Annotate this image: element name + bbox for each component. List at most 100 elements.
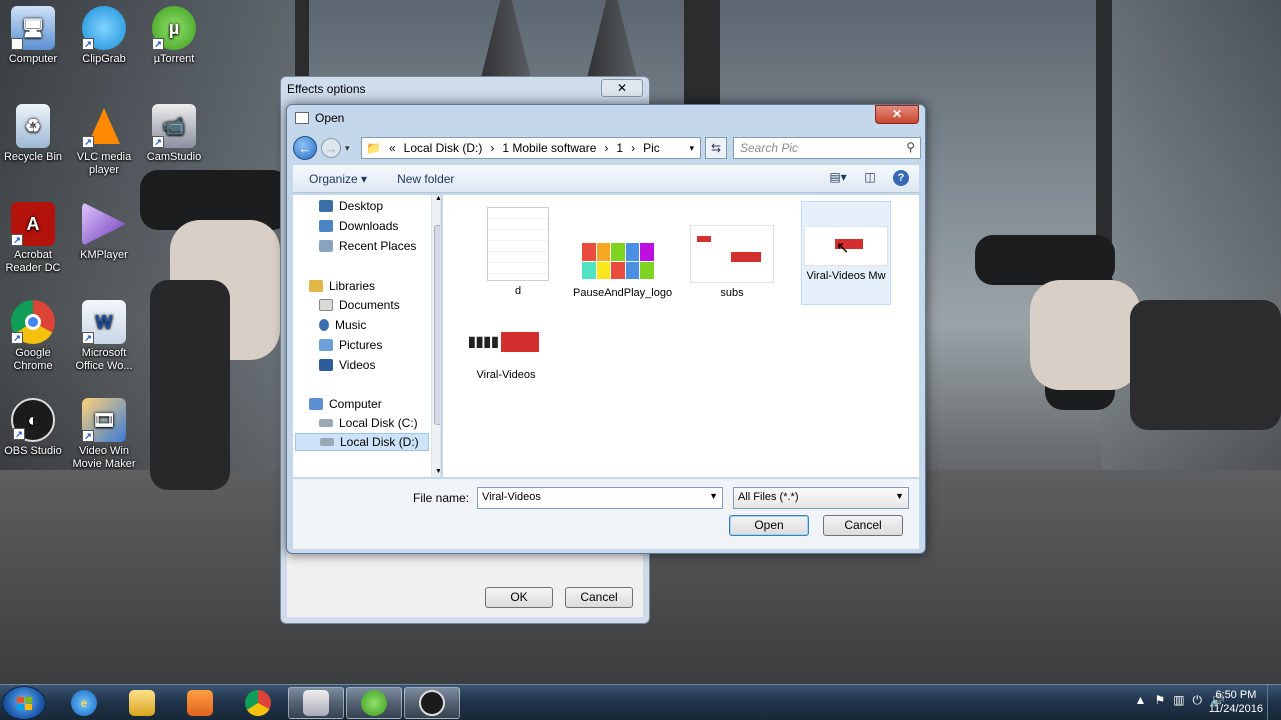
nav-item-documents[interactable]: Documents — [319, 296, 400, 314]
cancel-button[interactable]: Cancel — [823, 515, 903, 536]
power-icon[interactable]: ⏻ — [1193, 693, 1203, 708]
address-overflow[interactable]: « — [389, 141, 396, 155]
folder-icon: 📁 — [366, 141, 381, 155]
scroll-up-icon[interactable]: ▲ — [432, 195, 440, 202]
nav-scrollbar[interactable]: ▲ ▼ — [431, 195, 440, 477]
effects-cancel-button[interactable]: Cancel — [565, 587, 633, 608]
clipgrab-icon: ↗ — [82, 6, 126, 50]
documents-icon — [319, 299, 333, 311]
recent-places-icon — [319, 240, 333, 252]
desktop-icon-computer[interactable]: 🖥 Computer — [0, 6, 70, 66]
scroll-thumb[interactable] — [434, 225, 440, 425]
desktop-icon-recycle-bin[interactable]: ♻ Recycle Bin — [0, 104, 70, 164]
taskbar-chrome[interactable] — [230, 687, 286, 719]
taskbar-utorrent[interactable] — [346, 687, 402, 719]
mouse-cursor-icon: ↖ — [836, 240, 850, 257]
organize-button[interactable]: Organize ▾ — [309, 172, 367, 186]
nav-label: Computer — [329, 397, 382, 411]
utorrent-icon — [361, 690, 387, 716]
search-input[interactable]: Search Pic ⚲ — [733, 137, 921, 159]
taskbar-obs[interactable] — [404, 687, 460, 719]
help-icon[interactable]: ? — [893, 170, 909, 186]
desktop-icon-label: Recycle Bin — [3, 151, 63, 163]
desktop-icon-utorrent[interactable]: µ ↗ µTorrent — [137, 6, 211, 66]
window-icon — [295, 112, 309, 124]
desktop-icon-kmplayer[interactable]: KMPlayer — [67, 202, 141, 262]
desktop-icon-clipgrab[interactable]: ↗ ClipGrab — [67, 6, 141, 66]
nav-item-computer[interactable]: Computer — [309, 395, 382, 413]
taskbar-active-window[interactable] — [288, 687, 344, 719]
open-dialog-titlebar: Open — [295, 111, 344, 125]
search-icon: ⚲ — [906, 140, 915, 154]
file-item[interactable]: PauseAndPlay_logo — [573, 225, 672, 300]
address-dropdown-icon[interactable]: ▾ — [689, 143, 694, 154]
address-bar[interactable]: 📁 « Local Disk (D:) › 1 Mobile software … — [361, 137, 701, 159]
desktop-icon-label: µTorrent — [153, 53, 195, 65]
nav-item-downloads[interactable]: Downloads — [319, 217, 398, 235]
nav-item-videos[interactable]: Videos — [319, 356, 375, 374]
desktop-icon-acrobat[interactable]: A ↗ Acrobat Reader DC — [0, 202, 70, 275]
nav-item-libraries[interactable]: Libraries — [309, 277, 375, 295]
nav-item-desktop[interactable]: Desktop — [319, 197, 383, 215]
taskbar-internet-explorer[interactable]: e — [56, 687, 112, 719]
desktop-icon-movie-maker[interactable]: 🎞 ↗ Video Win Movie Maker — [67, 398, 141, 471]
address-segment[interactable]: Local Disk (D:) — [404, 141, 483, 155]
nav-item-pictures[interactable]: Pictures — [319, 336, 382, 354]
start-button[interactable] — [2, 686, 46, 720]
file-name-input[interactable]: Viral-Videos ▼ — [477, 487, 723, 509]
nav-label: Music — [335, 318, 367, 332]
file-type-value: All Files (*.*) — [738, 491, 799, 503]
kmplayer-icon — [82, 202, 126, 246]
desktop-icon-obs[interactable]: ◐ ↗ OBS Studio — [0, 398, 70, 458]
wallpaper-window-frame — [1096, 0, 1112, 250]
show-hidden-icons-icon[interactable]: ▲ — [1135, 693, 1147, 708]
taskbar-media-player[interactable] — [172, 687, 228, 719]
open-button[interactable]: Open — [729, 515, 809, 536]
taskbar-explorer[interactable] — [114, 687, 170, 719]
chevron-down-icon[interactable]: ▼ — [709, 491, 718, 501]
new-folder-button[interactable]: New folder — [397, 172, 454, 186]
vlc-icon: ↗ — [82, 104, 126, 148]
open-file-dialog: Open ✕ ← → ▾ 📁 « Local Disk (D:) › 1 Mob… — [286, 104, 926, 554]
file-item[interactable]: ▮▮▮▮ Viral-Videos — [461, 321, 551, 382]
file-item[interactable]: subs — [687, 225, 777, 300]
desktop-icon-camstudio[interactable]: 📹 ↗ CamStudio — [137, 104, 211, 164]
preview-pane-icon[interactable]: ◫ — [861, 170, 879, 186]
chrome-icon — [245, 690, 271, 716]
chevron-right-icon: › — [490, 141, 495, 155]
file-type-select[interactable]: All Files (*.*) ▼ — [733, 487, 909, 509]
effects-close-button[interactable]: ✕ — [601, 79, 643, 97]
desktop-icon-chrome[interactable]: ↗ Google Chrome — [0, 300, 70, 373]
navigation-pane: Desktop Downloads Recent Places Librarie… — [293, 195, 441, 477]
wallpaper-arm-right — [1130, 300, 1281, 430]
view-options-icon[interactable]: ▤▾ — [829, 170, 847, 186]
clock[interactable]: 6:50 PM 11/24/2016 — [1209, 688, 1263, 716]
document-icon — [487, 207, 549, 281]
refresh-icon[interactable]: ⇆ — [705, 137, 727, 159]
file-item[interactable]: d — [473, 207, 563, 298]
recent-pages-chevron-icon[interactable]: ▾ — [345, 143, 350, 154]
nav-item-music[interactable]: Music — [319, 316, 366, 334]
open-close-button[interactable]: ✕ — [875, 105, 919, 124]
forward-arrow-icon[interactable]: → — [321, 138, 341, 158]
address-segment[interactable]: 1 Mobile software — [502, 141, 596, 155]
viral-logo-mark-icon: ▮▮▮▮ — [466, 329, 546, 353]
nav-item-local-disk-d[interactable]: Local Disk (D:) — [295, 433, 429, 451]
image-thumbnail-icon — [690, 225, 774, 283]
address-segment[interactable]: Pic — [643, 141, 660, 155]
windows-logo-icon — [17, 697, 32, 710]
action-center-flag-icon[interactable]: ⚑ — [1154, 693, 1165, 708]
address-segment[interactable]: 1 — [616, 141, 623, 155]
show-desktop-button[interactable] — [1267, 685, 1281, 720]
chevron-down-icon[interactable]: ▼ — [895, 491, 904, 501]
scroll-down-icon[interactable]: ▼ — [432, 468, 440, 475]
nav-item-local-disk-c[interactable]: Local Disk (C:) — [319, 414, 418, 432]
back-arrow-icon[interactable]: ← — [293, 136, 317, 160]
network-icon[interactable]: ▥ — [1173, 693, 1184, 708]
effects-ok-button[interactable]: OK — [485, 587, 553, 608]
file-item-hovered[interactable]: Viral-Videos Mw ↖ — [801, 201, 891, 305]
desktop-icon-word[interactable]: W ↗ Microsoft Office Wo... — [67, 300, 141, 373]
desktop-icon-vlc[interactable]: ↗ VLC media player — [67, 104, 141, 177]
nav-item-recent-places[interactable]: Recent Places — [319, 237, 416, 255]
file-name: Viral-Videos Mw — [806, 270, 886, 282]
